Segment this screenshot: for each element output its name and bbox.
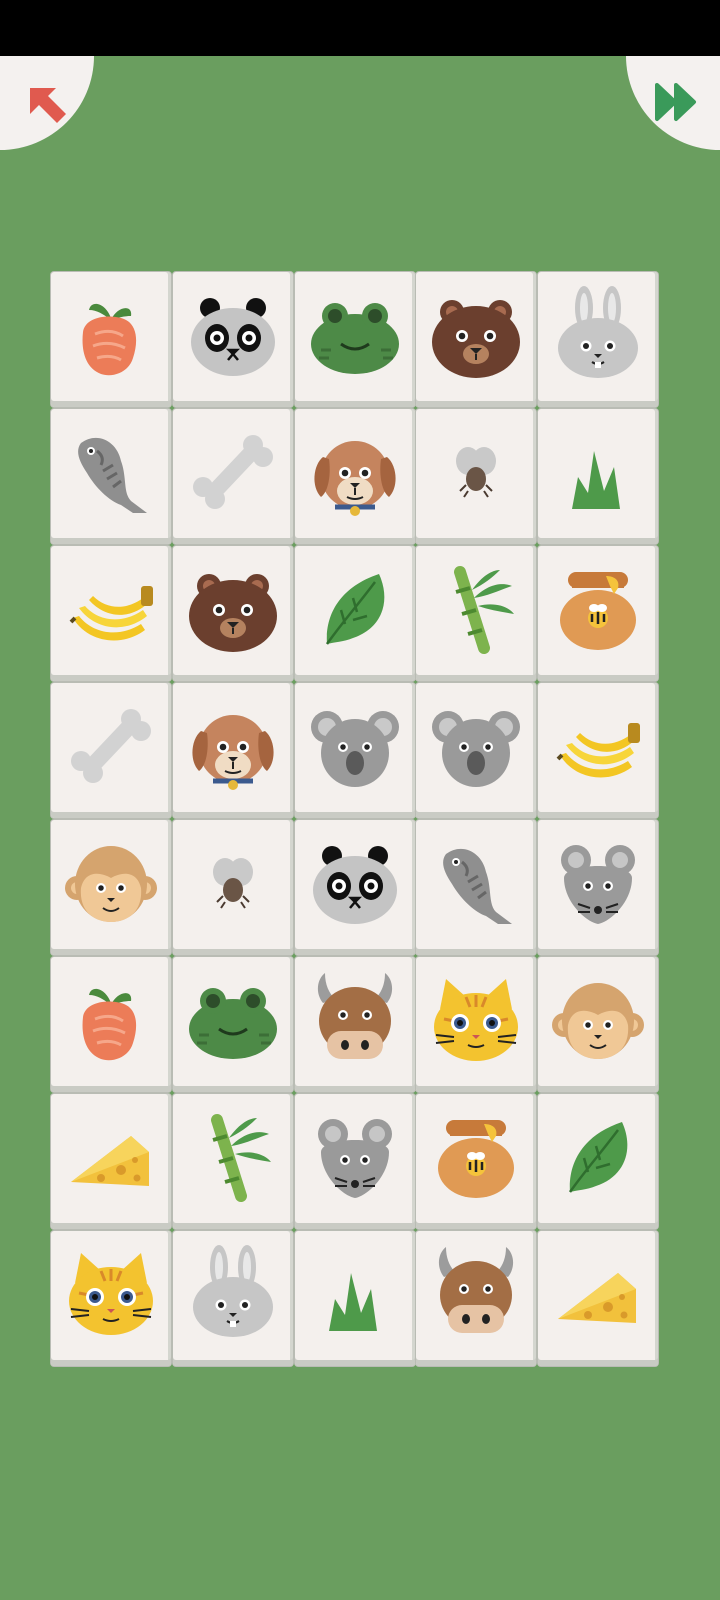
tile-bone[interactable] [51, 683, 171, 818]
cat-icon [434, 979, 518, 1061]
honey-icon [438, 1120, 514, 1198]
monkey-icon [552, 983, 644, 1059]
tile-banana[interactable] [51, 546, 171, 681]
grass-icon [572, 451, 620, 509]
rabbit-icon [193, 1245, 273, 1337]
tile-banana[interactable] [538, 683, 658, 818]
tile-bone[interactable] [173, 409, 293, 544]
ox-icon [317, 973, 393, 1059]
tile-frog[interactable] [173, 957, 293, 1092]
tile-frog[interactable] [295, 272, 415, 407]
cat-icon [69, 1253, 153, 1335]
skip-button[interactable] [626, 56, 720, 150]
tile-fish[interactable] [51, 409, 171, 544]
tile-carrot[interactable] [51, 957, 171, 1092]
tile-fish[interactable] [416, 820, 536, 955]
tile-leaf[interactable] [538, 1094, 658, 1229]
mouse-icon [318, 1119, 392, 1198]
tile-bamboo[interactable] [416, 546, 536, 681]
bamboo-icon [211, 1114, 271, 1202]
frog-icon [189, 988, 277, 1059]
fast-forward-icon [655, 83, 696, 121]
ox-icon [438, 1247, 514, 1333]
cheese-icon [558, 1273, 636, 1323]
panda-icon [191, 298, 275, 376]
tile-dog[interactable] [173, 683, 293, 818]
cheese-icon [71, 1136, 149, 1186]
tile-bear[interactable] [173, 546, 293, 681]
tile-mouse[interactable] [295, 1094, 415, 1229]
monkey-icon [65, 846, 157, 922]
fly-icon [213, 858, 253, 909]
tile-panda[interactable] [173, 272, 293, 407]
rabbit-icon [558, 286, 638, 378]
tile-koala[interactable] [295, 683, 415, 818]
dog-icon [192, 715, 274, 790]
tile-grass[interactable] [538, 409, 658, 544]
bone-icon [71, 709, 151, 783]
tile-cheese[interactable] [51, 1094, 171, 1229]
panda-icon [313, 846, 397, 924]
tile-monkey[interactable] [51, 820, 171, 955]
bamboo-icon [454, 566, 514, 654]
tile-honey[interactable] [416, 1094, 536, 1229]
koala-icon [311, 711, 399, 787]
tile-cat[interactable] [416, 957, 536, 1092]
dog-icon [314, 441, 396, 516]
back-button[interactable] [0, 56, 94, 150]
arrow-up-left-icon [30, 88, 66, 123]
tile-grass[interactable] [295, 1231, 415, 1366]
tile-leaf[interactable] [295, 546, 415, 681]
tile-ox[interactable] [416, 1231, 536, 1366]
tile-koala[interactable] [416, 683, 536, 818]
tile-ox[interactable] [295, 957, 415, 1092]
fish-icon [78, 437, 147, 513]
bone-icon [193, 435, 273, 509]
tile-carrot[interactable] [51, 272, 171, 407]
tile-bear[interactable] [416, 272, 536, 407]
fly-icon [456, 447, 496, 498]
tile-honey[interactable] [538, 546, 658, 681]
bear-icon [432, 300, 520, 378]
tile-bamboo[interactable] [173, 1094, 293, 1229]
carrot-icon [82, 303, 137, 376]
honey-icon [560, 572, 636, 650]
status-bar [0, 0, 720, 56]
bear-icon [189, 574, 277, 652]
tile-rabbit[interactable] [173, 1231, 293, 1366]
leaf-icon [325, 574, 385, 645]
tile-fly[interactable] [416, 409, 536, 544]
tile-dog[interactable] [295, 409, 415, 544]
fish-icon [443, 848, 512, 924]
carrot-icon [82, 988, 137, 1061]
mouse-icon [561, 845, 635, 924]
frog-icon [311, 303, 399, 374]
tile-cheese[interactable] [538, 1231, 658, 1366]
banana-icon [556, 723, 640, 778]
tile-board [51, 272, 669, 1382]
tile-fly[interactable] [173, 820, 293, 955]
leaf-icon [568, 1122, 628, 1193]
tile-mouse[interactable] [538, 820, 658, 955]
tile-rabbit[interactable] [538, 272, 658, 407]
koala-icon [432, 711, 520, 787]
grass-icon [329, 1273, 377, 1331]
tile-panda[interactable] [295, 820, 415, 955]
tile-cat[interactable] [51, 1231, 171, 1366]
banana-icon [69, 586, 153, 641]
tile-monkey[interactable] [538, 957, 658, 1092]
